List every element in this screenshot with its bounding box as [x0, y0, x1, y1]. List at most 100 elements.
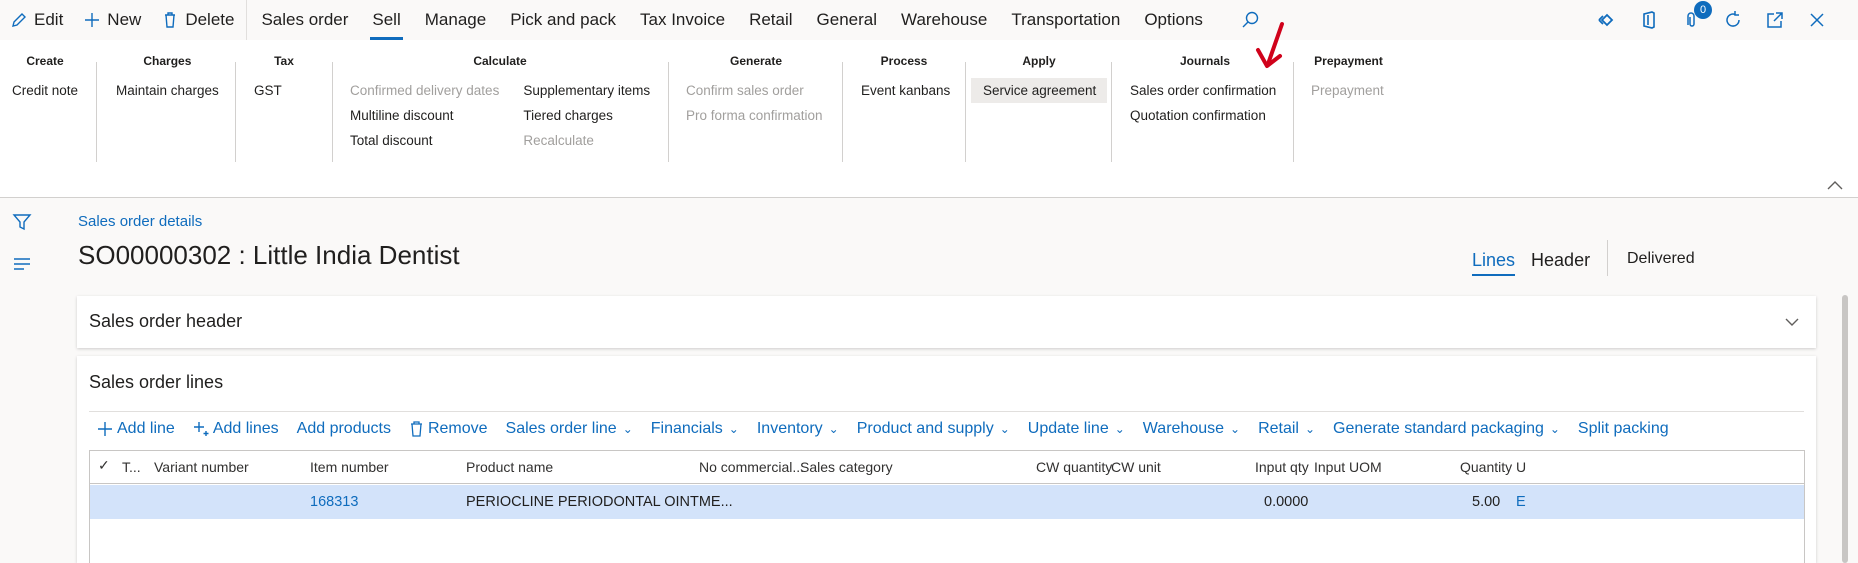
- lines-view-tab[interactable]: Lines: [1472, 250, 1516, 276]
- quantity-cell[interactable]: 5.00: [1472, 494, 1500, 510]
- attachments-button[interactable]: 0: [1680, 1, 1712, 31]
- quotation-confirmation-button[interactable]: Quotation confirmation: [1130, 103, 1280, 128]
- update-line-menu[interactable]: Update line ⌄: [1028, 420, 1125, 438]
- chevron-down-icon: ⌄: [828, 422, 839, 436]
- column-header-sales-category[interactable]: Sales category: [800, 459, 893, 475]
- ribbon-divider: [1111, 62, 1112, 162]
- warehouse-menu[interactable]: Warehouse ⌄: [1143, 420, 1240, 438]
- new-button[interactable]: New: [73, 0, 151, 40]
- open-new-window-button[interactable]: [1764, 9, 1786, 31]
- tab-sales-order[interactable]: Sales order: [249, 0, 360, 40]
- prepayment-button[interactable]: Prepayment: [1311, 78, 1386, 103]
- ribbon-group-generate: Generate Confirm sales order Pro forma c…: [686, 54, 826, 128]
- total-discount-button[interactable]: Total discount: [350, 128, 499, 153]
- ribbon-divider: [668, 62, 669, 162]
- pro-forma-confirmation-button[interactable]: Pro forma confirmation: [686, 103, 826, 128]
- sales-order-line-menu[interactable]: Sales order line ⌄: [506, 420, 633, 438]
- page-scrollbar[interactable]: [1842, 295, 1848, 563]
- column-header-no-commercial[interactable]: No commercial...: [699, 459, 804, 475]
- collapse-ribbon-icon[interactable]: [1826, 179, 1844, 191]
- office-button[interactable]: [1638, 9, 1660, 31]
- column-header-input-qty[interactable]: Input qty: [1255, 459, 1309, 475]
- tab-sell[interactable]: Sell: [360, 0, 412, 40]
- add-line-button[interactable]: Add line: [97, 420, 175, 438]
- column-header-unit[interactable]: U: [1516, 459, 1526, 475]
- remove-button[interactable]: Remove: [409, 420, 488, 438]
- column-header-cw-unit[interactable]: CW unit: [1111, 459, 1161, 475]
- generate-standard-packaging-menu[interactable]: Generate standard packaging ⌄: [1333, 420, 1560, 438]
- chevron-down-icon: ⌄: [1549, 422, 1560, 436]
- split-packing-button[interactable]: Split packing: [1578, 420, 1669, 438]
- maintain-charges-button[interactable]: Maintain charges: [116, 78, 219, 103]
- refresh-button[interactable]: [1722, 9, 1744, 31]
- inventory-menu[interactable]: Inventory ⌄: [757, 420, 839, 438]
- group-title: Apply: [1022, 54, 1056, 68]
- input-qty-cell[interactable]: 0.0000: [1264, 494, 1308, 510]
- product-name-cell[interactable]: PERIOCLINE PERIODONTAL OINTME...: [466, 494, 733, 510]
- service-agreement-button[interactable]: Service agreement: [971, 78, 1107, 103]
- column-header-variant-number[interactable]: Variant number: [154, 459, 249, 475]
- close-page-button[interactable]: [1806, 9, 1828, 31]
- refresh-icon: [1726, 11, 1740, 27]
- tab-retail[interactable]: Retail: [737, 0, 804, 40]
- tab-general[interactable]: General: [805, 0, 889, 40]
- sales-order-header-fasttab[interactable]: Sales order header: [77, 296, 1816, 348]
- retail-menu[interactable]: Retail ⌄: [1258, 420, 1315, 438]
- item-number-cell[interactable]: 168313: [310, 494, 358, 510]
- tiered-charges-button[interactable]: Tiered charges: [523, 103, 650, 128]
- fasttab-title: Sales order header: [89, 311, 243, 331]
- delete-button[interactable]: Delete: [151, 0, 244, 40]
- ribbon-group-apply: Apply Service agreement: [971, 54, 1107, 103]
- ribbon-group-charges: Charges Maintain charges: [116, 54, 219, 103]
- recalculate-button[interactable]: Recalculate: [523, 128, 650, 153]
- list-icon[interactable]: [12, 254, 32, 274]
- fasttab-title: Sales order lines: [89, 372, 224, 392]
- column-header-item-number[interactable]: Item number: [310, 459, 389, 475]
- sales-order-lines-fasttab: Sales order lines Add line Add lines Add…: [77, 356, 1816, 563]
- group-title: Tax: [274, 54, 294, 68]
- column-header-cw-quantity[interactable]: CW quantity: [1036, 459, 1112, 475]
- ribbon-group-calculate: Calculate Confirmed delivery dates Multi…: [350, 54, 650, 153]
- group-title: Prepayment: [1314, 54, 1383, 68]
- table-row[interactable]: 168313 PERIOCLINE PERIODONTAL OINTME... …: [90, 485, 1804, 519]
- gst-button[interactable]: GST: [254, 78, 314, 103]
- status-divider: [1607, 240, 1608, 276]
- status-label: Delivered: [1627, 250, 1695, 267]
- column-header-product-name[interactable]: Product name: [466, 459, 553, 475]
- edit-button[interactable]: Edit: [0, 0, 73, 40]
- select-all-checkbox[interactable]: ✓: [98, 457, 110, 474]
- unit-cell[interactable]: E: [1516, 494, 1526, 510]
- filter-icon[interactable]: [12, 212, 32, 232]
- event-kanbans-button[interactable]: Event kanbans: [861, 78, 950, 103]
- column-header-input-uom[interactable]: Input UOM: [1314, 459, 1382, 475]
- tab-options[interactable]: Options: [1132, 0, 1215, 40]
- chevron-down-icon: ⌄: [1304, 422, 1316, 436]
- credit-note-button[interactable]: Credit note: [12, 78, 78, 103]
- chevron-down-icon: ⌄: [999, 422, 1010, 436]
- financials-menu[interactable]: Financials ⌄: [651, 420, 739, 438]
- column-header-type[interactable]: T...: [122, 459, 141, 475]
- multiline-discount-button[interactable]: Multiline discount: [350, 103, 499, 128]
- chevron-down-icon[interactable]: [1784, 314, 1800, 330]
- confirm-sales-order-button[interactable]: Confirm sales order: [686, 78, 826, 103]
- tab-transportation[interactable]: Transportation: [999, 0, 1132, 40]
- add-products-button[interactable]: Add products: [297, 420, 391, 438]
- supplementary-items-button[interactable]: Supplementary items: [523, 78, 650, 103]
- tab-pick-and-pack[interactable]: Pick and pack: [498, 0, 628, 40]
- power-apps-button[interactable]: [1596, 9, 1618, 31]
- sales-order-confirmation-button[interactable]: Sales order confirmation: [1130, 78, 1280, 103]
- column-header-quantity[interactable]: Quantity: [1460, 459, 1512, 475]
- header-view-tab[interactable]: Header: [1531, 250, 1590, 276]
- grid-header: ✓ T... Variant number Item number Produc…: [90, 451, 1804, 484]
- breadcrumb[interactable]: Sales order details: [78, 213, 202, 230]
- product-and-supply-menu[interactable]: Product and supply ⌄: [857, 420, 1010, 438]
- add-lines-button[interactable]: Add lines: [193, 420, 279, 438]
- tab-tax-invoice[interactable]: Tax Invoice: [628, 0, 737, 40]
- group-title: Process: [880, 54, 928, 68]
- ribbon-divider: [1293, 62, 1294, 162]
- ribbon-group-process: Process Event kanbans: [861, 54, 950, 103]
- confirmed-delivery-dates-button[interactable]: Confirmed delivery dates: [350, 78, 499, 103]
- tab-manage[interactable]: Manage: [413, 0, 498, 40]
- tab-warehouse[interactable]: Warehouse: [889, 0, 999, 40]
- action-pane: Edit New Delete Sales order Sell Manage …: [0, 0, 1858, 40]
